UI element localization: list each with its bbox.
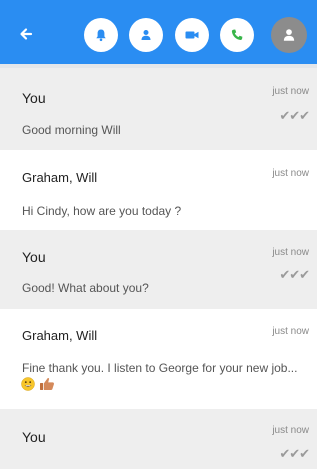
user-avatar[interactable] bbox=[271, 17, 307, 53]
message-emojis bbox=[21, 377, 55, 391]
message-sender: Graham, Will bbox=[22, 170, 98, 185]
message-timestamp: just now bbox=[272, 247, 309, 258]
message-item: Graham, Will just now Fine thank you. I … bbox=[0, 309, 317, 409]
person-icon bbox=[283, 29, 295, 41]
notifications-button[interactable] bbox=[84, 18, 118, 52]
voice-call-button[interactable] bbox=[220, 18, 254, 52]
message-sender: You bbox=[22, 429, 46, 445]
message-text: Good morning Will bbox=[22, 123, 121, 137]
message-sender: You bbox=[22, 249, 46, 265]
contact-button[interactable] bbox=[129, 18, 163, 52]
read-receipt-icon: ✔✔✔ bbox=[279, 446, 310, 461]
message-timestamp: just now bbox=[272, 425, 309, 436]
read-receipt-icon: ✔✔✔ bbox=[279, 108, 310, 123]
message-thread: You just now ✔✔✔ Good morning Will Graha… bbox=[0, 68, 317, 469]
message-item: You just now ✔✔✔ Good morning Will bbox=[0, 68, 317, 150]
message-sender: Graham, Will bbox=[22, 328, 98, 343]
person-icon bbox=[141, 30, 151, 40]
message-item: You just now ✔✔✔ bbox=[0, 409, 317, 469]
back-button[interactable] bbox=[14, 22, 38, 46]
arrow-left-icon bbox=[20, 28, 33, 40]
message-item: Graham, Will just now Hi Cindy, how are … bbox=[0, 150, 317, 230]
message-timestamp: just now bbox=[272, 326, 309, 337]
message-text: Good! What about you? bbox=[22, 281, 149, 295]
message-timestamp: just now bbox=[272, 168, 309, 179]
message-timestamp: just now bbox=[272, 86, 309, 97]
grinning-face-emoji bbox=[21, 377, 35, 391]
bell-icon bbox=[96, 29, 106, 42]
video-call-button[interactable] bbox=[175, 18, 209, 52]
message-text: Fine thank you. I listen to George for y… bbox=[22, 361, 298, 375]
message-sender: You bbox=[22, 90, 46, 106]
message-item: You just now ✔✔✔ Good! What about you? bbox=[0, 230, 317, 309]
phone-icon bbox=[231, 29, 243, 41]
thumbs-up-emoji bbox=[40, 377, 54, 390]
video-camera-icon bbox=[185, 31, 199, 39]
message-text: Hi Cindy, how are you today ? bbox=[22, 204, 182, 218]
chat-header bbox=[0, 0, 317, 68]
